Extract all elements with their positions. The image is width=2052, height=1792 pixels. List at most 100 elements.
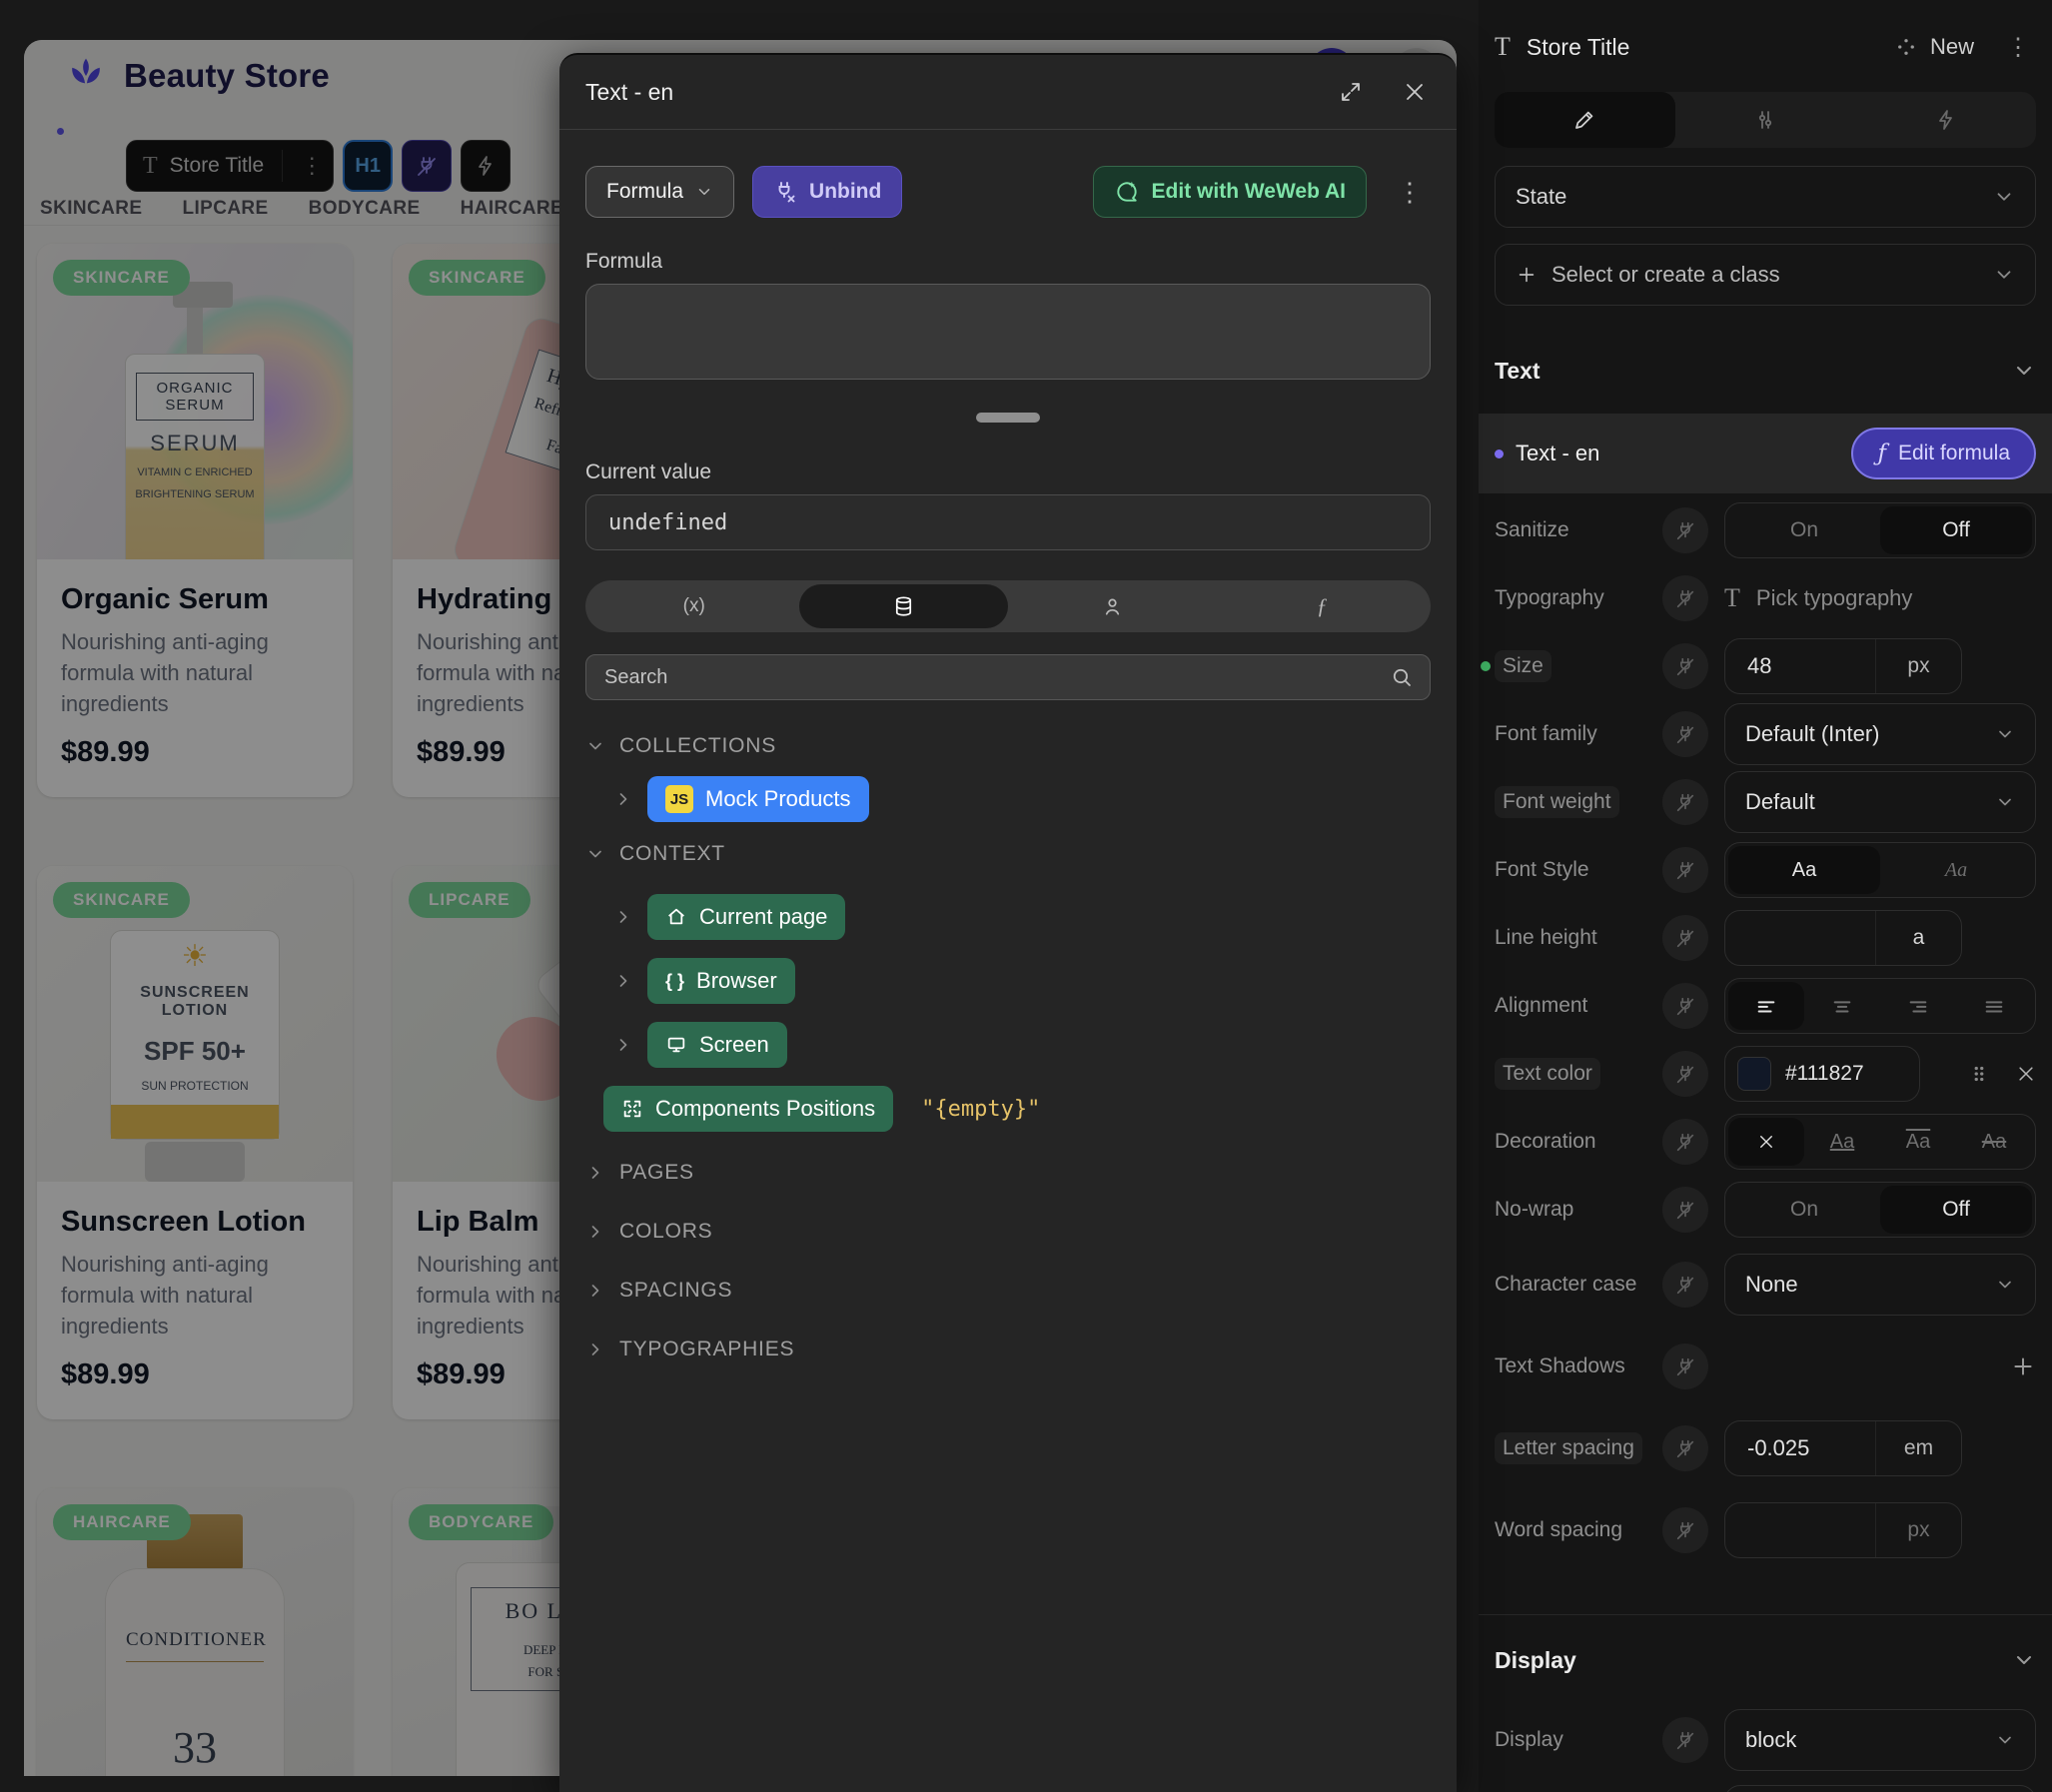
tab-workflows[interactable] xyxy=(1855,92,2036,148)
bind-plug-icon[interactable] xyxy=(1662,779,1708,825)
bind-plug-icon[interactable] xyxy=(1662,915,1708,961)
color-swatch[interactable] xyxy=(1737,1057,1771,1091)
line-height-unit[interactable]: a xyxy=(1875,911,1961,965)
expand-modal-icon[interactable] xyxy=(1339,80,1363,104)
bind-plug-icon[interactable] xyxy=(1662,847,1708,893)
search-icon xyxy=(1390,665,1414,689)
close-modal-icon[interactable] xyxy=(1403,80,1427,104)
character-case-select[interactable]: None xyxy=(1724,1254,2036,1316)
bind-plug-icon[interactable] xyxy=(1662,1507,1708,1553)
section-context[interactable]: CONTEXT xyxy=(585,832,1431,876)
bind-plug-icon[interactable] xyxy=(1662,1425,1708,1471)
size-input[interactable]: 48 px xyxy=(1724,638,1962,694)
tab-data[interactable] xyxy=(799,584,1009,628)
decoration-strikethrough[interactable]: Aa xyxy=(1956,1118,2032,1166)
style-regular[interactable]: Aa xyxy=(1728,846,1880,894)
resize-handle[interactable] xyxy=(976,413,1040,423)
state-select[interactable]: State xyxy=(1495,166,2036,228)
display-select[interactable]: block xyxy=(1724,1709,2036,1771)
cutoff-select[interactable] xyxy=(1724,1785,2036,1792)
letter-spacing-unit[interactable]: em xyxy=(1875,1421,1961,1475)
align-left-icon[interactable] xyxy=(1728,982,1804,1030)
tree-item-browser[interactable]: { } Browser xyxy=(585,958,1431,1004)
bind-plug-icon[interactable] xyxy=(1662,1187,1708,1233)
bind-plug-icon[interactable] xyxy=(1662,1344,1708,1389)
bind-plug-icon[interactable] xyxy=(1662,575,1708,621)
align-right-icon[interactable] xyxy=(1880,982,1956,1030)
line-height-input[interactable]: a xyxy=(1724,910,1962,966)
modal-menu-button[interactable]: ⋮ xyxy=(1389,177,1431,208)
clear-color-icon[interactable] xyxy=(2016,1064,2036,1084)
style-italic[interactable]: Aa xyxy=(1880,846,2032,894)
size-unit[interactable]: px xyxy=(1875,639,1961,693)
row-decoration: Decoration Aa Aa Aa xyxy=(1495,1111,2036,1173)
tab-functions[interactable]: ƒ xyxy=(1218,584,1428,628)
add-shadow-button[interactable] xyxy=(2010,1353,2036,1379)
current-value-box: undefined xyxy=(585,494,1431,550)
home-icon xyxy=(665,906,687,928)
decoration-overline[interactable]: Aa xyxy=(1880,1118,1956,1166)
bind-plug-icon[interactable] xyxy=(1662,1717,1708,1763)
decoration-underline[interactable]: Aa xyxy=(1804,1118,1880,1166)
section-pages[interactable]: PAGES xyxy=(585,1150,1431,1195)
tree-item-screen[interactable]: Screen xyxy=(585,1022,1431,1068)
corners-icon xyxy=(621,1098,643,1120)
font-family-select[interactable]: Default (Inter) xyxy=(1724,703,2036,765)
bind-plug-icon[interactable] xyxy=(1662,983,1708,1029)
letter-spacing-input[interactable]: -0.025 em xyxy=(1724,1420,1962,1476)
no-wrap-toggle[interactable]: On Off xyxy=(1724,1182,2036,1238)
align-center-icon[interactable] xyxy=(1804,982,1880,1030)
bind-plug-icon[interactable] xyxy=(1662,1119,1708,1165)
tab-variables[interactable]: (x) xyxy=(589,584,799,628)
chevron-down-icon xyxy=(585,736,605,756)
unbind-button[interactable]: Unbind xyxy=(752,166,902,218)
bind-plug-icon[interactable] xyxy=(1662,711,1708,757)
class-select[interactable]: Select or create a class xyxy=(1495,244,2036,306)
row-size: Size 48 px xyxy=(1495,635,2036,697)
pencil-icon xyxy=(1572,108,1596,132)
chevron-right-icon xyxy=(613,971,633,991)
drag-dots-icon[interactable] xyxy=(1968,1063,1990,1085)
tree-item-mock-products[interactable]: JS Mock Products xyxy=(585,776,1431,822)
bind-plug-icon[interactable] xyxy=(1662,1262,1708,1308)
formula-mode-dropdown[interactable]: Formula xyxy=(585,166,734,218)
section-colors[interactable]: COLORS xyxy=(585,1209,1431,1254)
decoration-none-icon[interactable] xyxy=(1728,1118,1804,1166)
alignment-segment[interactable] xyxy=(1724,978,2036,1034)
bind-plug-icon[interactable] xyxy=(1662,1051,1708,1097)
chevron-down-icon xyxy=(2012,1648,2036,1672)
text-section-header[interactable]: Text xyxy=(1495,346,2036,396)
section-spacings[interactable]: SPACINGS xyxy=(585,1268,1431,1313)
sanitize-toggle[interactable]: On Off xyxy=(1724,502,2036,558)
font-style-segment[interactable]: Aa Aa xyxy=(1724,842,2036,898)
tab-user[interactable] xyxy=(1008,584,1218,628)
section-typographies[interactable]: TYPOGRAPHIES xyxy=(585,1327,1431,1371)
edit-formula-button[interactable]: ƒ Edit formula xyxy=(1851,428,2036,479)
text-color-input[interactable]: #111827 xyxy=(1724,1046,1920,1102)
chevron-down-icon xyxy=(1995,1275,2015,1295)
decoration-segment[interactable]: Aa Aa Aa xyxy=(1724,1114,2036,1170)
pick-typography-button[interactable]: T Pick typography xyxy=(1724,583,1912,613)
tab-styles[interactable] xyxy=(1495,92,1675,148)
formula-input[interactable] xyxy=(585,284,1431,380)
bound-indicator-dot xyxy=(1495,449,1504,458)
inspector-menu-button[interactable]: ⋮ xyxy=(2000,33,2036,62)
tree-item-components-positions[interactable]: Components Positions "{empty}" xyxy=(585,1086,1431,1132)
bind-plug-icon[interactable] xyxy=(1662,643,1708,689)
tree-item-current-page[interactable]: Current page xyxy=(585,894,1431,940)
search-bar xyxy=(585,654,1431,700)
weweb-editor: Beauty Store T Store Title ⋮ H1 SKINCARE… xyxy=(0,0,2052,1792)
display-section-header[interactable]: Display xyxy=(1495,1635,2036,1685)
binding-label: Text - en xyxy=(1516,441,1599,466)
font-weight-select[interactable]: Default xyxy=(1724,771,2036,833)
section-collections[interactable]: COLLECTIONS xyxy=(585,724,1431,768)
new-state-button[interactable]: New xyxy=(1930,34,1974,60)
bind-plug-icon[interactable] xyxy=(1662,507,1708,553)
edit-with-ai-button[interactable]: Edit with WeWeb AI xyxy=(1093,166,1367,218)
word-spacing-unit[interactable]: px xyxy=(1875,1503,1961,1557)
row-font-weight: Font weight Default xyxy=(1495,771,2036,833)
align-justify-icon[interactable] xyxy=(1956,982,2032,1030)
tab-settings[interactable] xyxy=(1675,92,1856,148)
word-spacing-input[interactable]: px xyxy=(1724,1502,1962,1558)
search-input[interactable] xyxy=(602,665,1390,690)
